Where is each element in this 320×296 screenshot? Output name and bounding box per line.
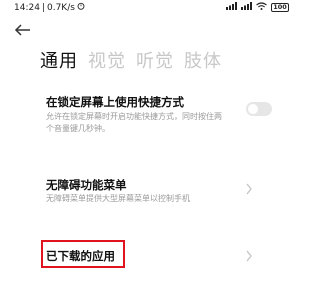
tab-general[interactable]: 通用 (40, 47, 78, 73)
highlight-box (41, 240, 125, 268)
status-right: 100 (226, 2, 289, 13)
status-left: 14:24 | 0.7K/s (14, 2, 85, 13)
toggle-knob (248, 104, 258, 114)
alarm-icon (77, 2, 85, 13)
back-arrow-icon (14, 24, 30, 36)
category-tabs: 通用 视觉 听觉 肢体 (40, 47, 222, 73)
status-separator: | (41, 2, 45, 13)
tab-hearing[interactable]: 听觉 (136, 47, 174, 73)
chevron-right-icon (246, 183, 252, 195)
status-bar: 14:24 | 0.7K/s 100 (0, 0, 299, 16)
tab-vision[interactable]: 视觉 (88, 47, 126, 73)
shortcut-description: 允许在锁定屏幕时开启功能快捷方式，同时按住两个音量键几秒钟。 (46, 112, 222, 133)
signal-icon-2 (241, 2, 252, 13)
wifi-icon (256, 2, 267, 13)
tab-physical[interactable]: 肢体 (184, 47, 222, 73)
shortcut-title: 在锁定屏幕上使用快捷方式 (46, 95, 184, 109)
shortcut-toggle[interactable] (246, 102, 272, 116)
accessibility-menu-description: 无障碍菜单提供大型屏幕菜单以控制手机 (46, 194, 190, 203)
shortcut-setting-row[interactable]: 在锁定屏幕上使用快捷方式 允许在锁定屏幕时开启功能快捷方式，同时按住两个音量键几… (0, 94, 299, 150)
accessibility-menu-row[interactable]: 无障碍功能菜单 无障碍菜单提供大型屏幕菜单以控制手机 (0, 177, 299, 211)
status-time: 14:24 (14, 2, 40, 13)
status-speed: 0.7K/s (46, 2, 75, 13)
chevron-right-icon (246, 250, 252, 262)
accessibility-menu-title: 无障碍功能菜单 (46, 178, 127, 192)
battery-icon: 100 (271, 3, 289, 12)
signal-icon (226, 2, 237, 13)
back-button[interactable] (14, 21, 32, 39)
battery-level: 100 (273, 3, 287, 11)
